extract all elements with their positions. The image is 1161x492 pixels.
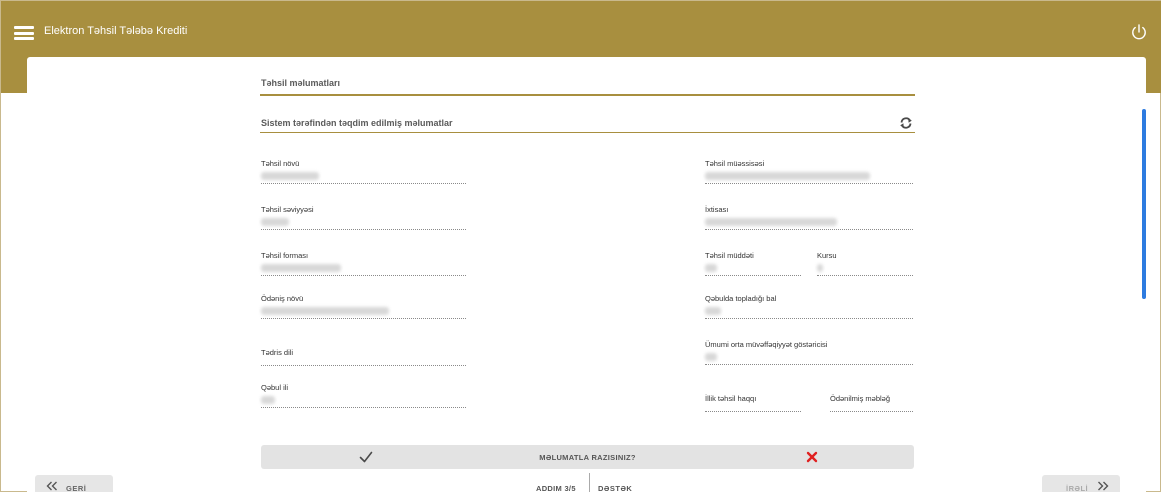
step-indicator: ADDIM 3/5: [536, 484, 576, 492]
field-admission-score: Qəbulda topladığı bal: [705, 294, 913, 319]
field-teaching-language: Tədris dili: [261, 348, 466, 366]
field-value-redacted: [817, 264, 823, 272]
field-value-redacted: [261, 307, 389, 315]
footer-divider: [589, 473, 590, 492]
field-label: İllik təhsil haqqı: [705, 394, 757, 403]
hamburger-icon[interactable]: [14, 26, 34, 40]
field-label: Ödəniş növü: [261, 294, 304, 303]
field-label: Ümumi orta müvəffəqiyyət göstəricisi: [705, 340, 828, 349]
confirm-bar: MƏLUMATLA RAZISINIZ?: [261, 445, 914, 469]
top-bar: Elektron Təhsil Tələbə Krediti: [1, 1, 1161, 63]
field-value-redacted: [705, 353, 717, 361]
scrollbar-thumb[interactable]: [1142, 109, 1146, 299]
next-button[interactable]: İRƏLİ: [1042, 475, 1120, 492]
field-underline: [261, 275, 466, 276]
field-education-level: Təhsil səviyyəsi: [261, 205, 466, 230]
field-gpa-indicator: Ümumi orta müvəffəqiyyət göstəricisi: [705, 340, 913, 365]
subsection-divider: [260, 132, 915, 133]
field-underline: [261, 229, 466, 230]
field-underline: [830, 411, 913, 412]
subsection-title: Sistem tərəfindən təqdim edilmiş məlumat…: [261, 118, 453, 128]
field-underline: [261, 183, 466, 184]
field-value-redacted: [261, 396, 275, 404]
field-education-form: Təhsil forması: [261, 251, 466, 276]
field-payment-type: Ödəniş növü: [261, 294, 466, 319]
double-chevron-right-icon: [1098, 481, 1109, 491]
field-label: Ödənilmiş məbləğ: [830, 394, 891, 403]
field-underline: [705, 183, 913, 184]
field-value-redacted: [261, 218, 289, 226]
double-chevron-left-icon: [46, 481, 57, 491]
field-label: Təhsil müəssisəsi: [705, 159, 765, 168]
field-label: Kursu: [817, 251, 837, 260]
field-course: Kursu: [817, 251, 913, 276]
back-button[interactable]: GERİ: [35, 475, 113, 492]
field-value-redacted: [261, 264, 341, 272]
field-value-redacted: [261, 172, 319, 180]
field-label: Qəbulda topladığı bal: [705, 294, 777, 303]
field-label: Təhsil forması: [261, 251, 309, 260]
field-label: Təhsil müddəti: [705, 251, 754, 260]
field-institution: Təhsil müəssisəsi: [705, 159, 913, 184]
field-paid-amount: Ödənilmiş məbləğ: [830, 394, 913, 412]
field-education-duration: Təhsil müddəti: [705, 251, 801, 276]
field-underline: [817, 275, 913, 276]
field-underline: [705, 411, 801, 412]
app-title: Elektron Təhsil Tələbə Krediti: [44, 25, 188, 37]
field-value-redacted: [705, 218, 837, 226]
field-label: Təhsil növü: [261, 159, 300, 168]
field-underline: [261, 365, 466, 366]
section-title: Təhsil məlumatları: [261, 78, 341, 88]
field-underline: [705, 364, 913, 365]
field-label: Təhsil səviyyəsi: [261, 205, 314, 214]
back-button-label: GERİ: [66, 484, 87, 492]
field-underline: [261, 407, 466, 408]
field-label: Qəbul ili: [261, 383, 289, 392]
field-value-redacted: [705, 172, 870, 180]
field-underline: [705, 275, 801, 276]
field-admission-year: Qəbul ili: [261, 383, 466, 408]
field-underline: [705, 229, 913, 230]
field-label: İxtisası: [705, 205, 729, 214]
field-label: Tədris dili: [261, 348, 294, 357]
refresh-icon[interactable]: [899, 117, 913, 129]
field-underline: [705, 318, 913, 319]
section-divider: [260, 94, 915, 96]
field-underline: [261, 318, 466, 319]
field-value-redacted: [705, 264, 717, 272]
field-specialty: İxtisası: [705, 205, 913, 230]
field-education-type: Təhsil növü: [261, 159, 466, 184]
field-value-redacted: [705, 307, 721, 315]
field-annual-fee: İllik təhsil haqqı: [705, 394, 801, 412]
support-link[interactable]: DƏSTƏK: [598, 484, 632, 492]
next-button-label: İRƏLİ: [1066, 484, 1089, 492]
close-icon[interactable]: [804, 449, 820, 465]
content-card: [27, 57, 1146, 492]
power-icon[interactable]: [1130, 23, 1148, 41]
